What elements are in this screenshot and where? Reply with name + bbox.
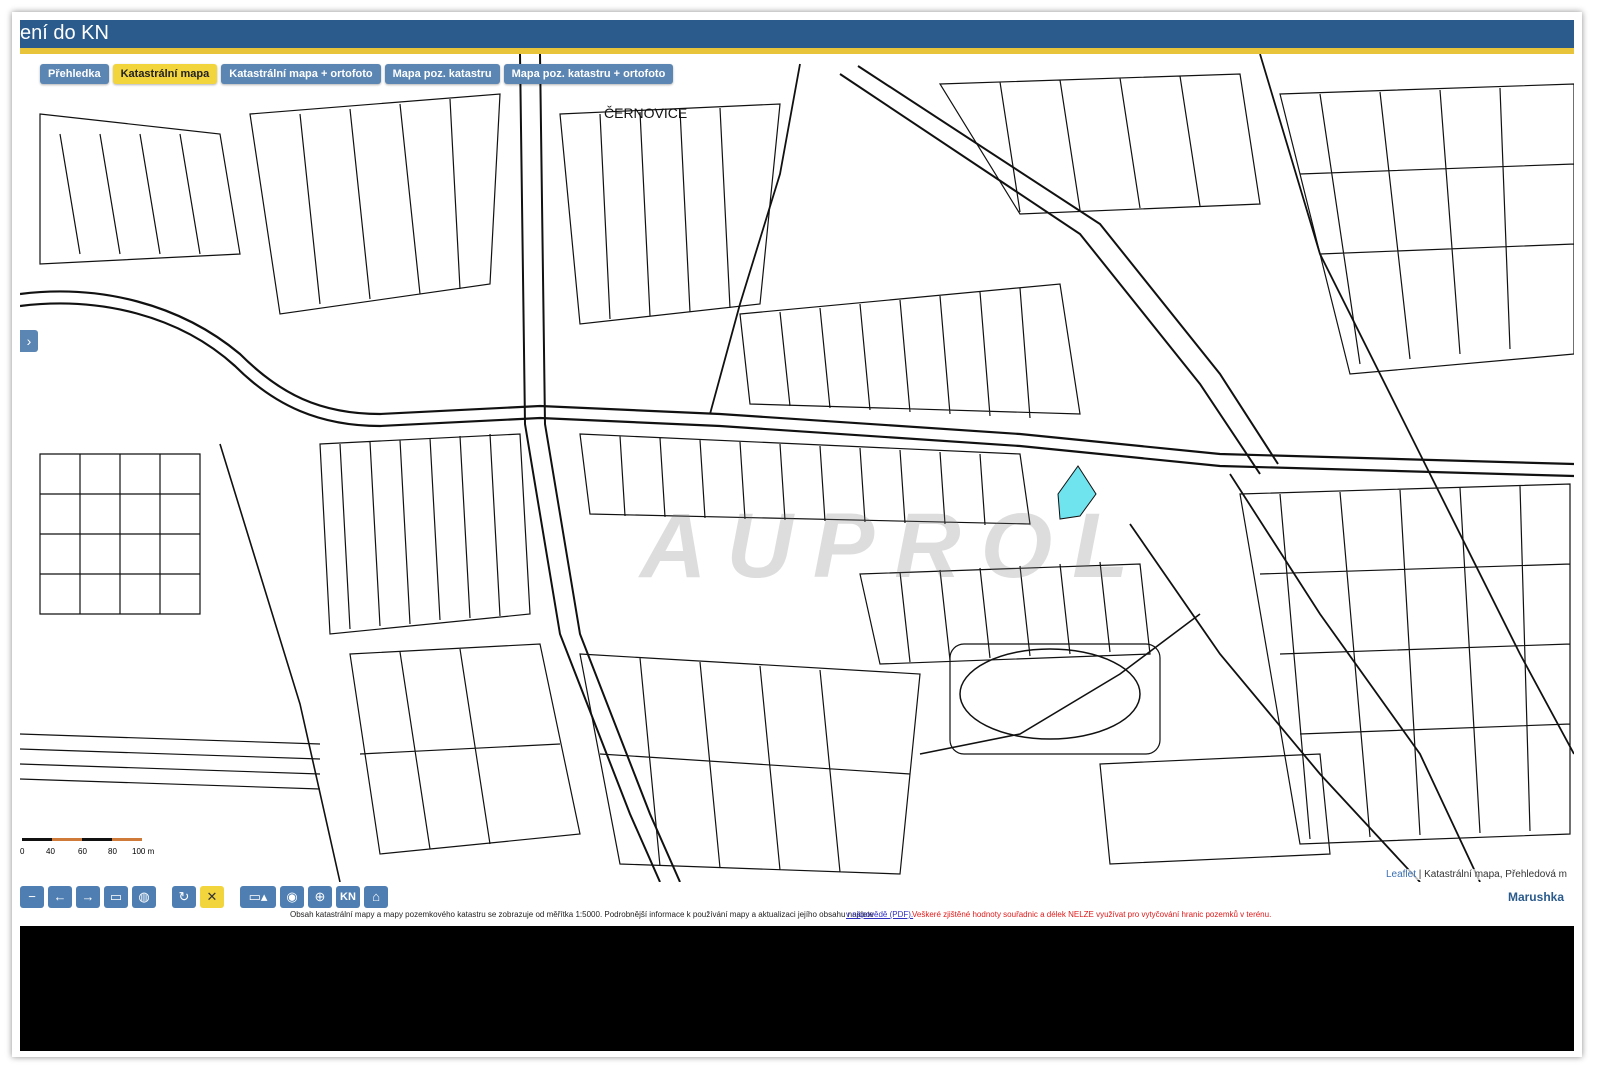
- zoom-out-icon: −: [28, 889, 36, 904]
- label-button[interactable]: ⌂: [364, 886, 388, 908]
- tab-mapa-poz-katastru-ortofoto[interactable]: Mapa poz. katastru + ortofoto: [503, 64, 674, 84]
- refresh-icon: ↻: [178, 889, 190, 904]
- scale-segment: [52, 838, 82, 841]
- blank-panel: [20, 926, 1574, 1051]
- target-button[interactable]: ⊕: [308, 886, 332, 908]
- scale-tick-label: 60: [78, 847, 87, 856]
- scale-bar: 0 40 60 80 100 m: [20, 838, 155, 856]
- zoom-box-icon: ▭: [109, 889, 123, 904]
- label-icon: ⌂: [372, 889, 380, 904]
- map-layer-tabs: Přehledka Katastrální mapa Katastrální m…: [40, 64, 674, 84]
- notice-warning: Veškeré zjištěné hodnoty souřadnic a dél…: [912, 910, 1272, 919]
- scale-segment: [22, 838, 52, 841]
- kn-label: KN: [340, 891, 356, 903]
- map-notice: Obsah katastrální mapy a mapy pozemkovéh…: [20, 910, 1574, 924]
- location-pin-icon: ◉: [286, 889, 298, 904]
- back-button[interactable]: ←: [48, 886, 72, 908]
- refresh-button[interactable]: ↻: [172, 886, 196, 908]
- scale-tick-label: 0: [20, 847, 25, 856]
- scale-tick-label: 40: [46, 847, 55, 856]
- close-button[interactable]: ✕: [200, 886, 224, 908]
- expand-panel-button[interactable]: ›: [20, 330, 38, 352]
- map-viewport[interactable]: ČERNOVICE AUPROL Přehledka Katastrální m…: [20, 54, 1574, 882]
- scale-segment: [112, 838, 142, 841]
- tab-katastralni-mapa[interactable]: Katastrální mapa: [112, 64, 218, 84]
- parcel-lines: [20, 54, 1574, 882]
- globe-icon: ◍: [138, 889, 150, 904]
- scale-segment: [82, 838, 112, 841]
- zoom-out-button[interactable]: −: [20, 886, 44, 908]
- chevron-right-icon: ›: [26, 333, 32, 349]
- map-toolbar: − ← → ▭ ◍ ↻ ✕ ▭▴ ◉ ⊕ KN ⌂ Marushka: [20, 886, 1574, 908]
- leaflet-link[interactable]: Leaflet: [1386, 869, 1416, 880]
- measure-button[interactable]: ▭▴: [240, 886, 276, 908]
- globe-button[interactable]: ◍: [132, 886, 156, 908]
- map-attribution: Leaflet | Katastrální mapa, Přehledová m: [1382, 869, 1570, 880]
- notice-text: Obsah katastrální mapy a mapy pozemkovéh…: [290, 910, 874, 919]
- page-title: ení do KN: [20, 22, 109, 44]
- attribution-text: | Katastrální mapa, Přehledová m: [1418, 869, 1567, 880]
- arrow-left-icon: ←: [53, 889, 67, 904]
- scale-tick-label: 80: [108, 847, 117, 856]
- zoom-box-button[interactable]: ▭: [104, 886, 128, 908]
- target-icon: ⊕: [314, 889, 326, 904]
- close-icon: ✕: [206, 889, 218, 904]
- place-label: ČERNOVICE: [604, 105, 687, 121]
- scale-tick-label: 100 m: [132, 847, 155, 856]
- kn-button[interactable]: KN: [336, 886, 360, 908]
- arrow-right-icon: →: [81, 889, 95, 904]
- title-bar: ení do KN: [20, 20, 1574, 54]
- tab-prehledka[interactable]: Přehledka: [40, 64, 109, 84]
- forward-button[interactable]: →: [76, 886, 100, 908]
- tab-mapa-poz-katastru[interactable]: Mapa poz. katastru: [384, 64, 500, 84]
- tab-katastralni-mapa-ortofoto[interactable]: Katastrální mapa + ortofoto: [221, 64, 381, 84]
- location-button[interactable]: ◉: [280, 886, 304, 908]
- cadastral-map[interactable]: ČERNOVICE: [20, 54, 1574, 882]
- brand-logo: Marushka: [1507, 890, 1564, 904]
- watermark: AUPROL: [640, 495, 1149, 597]
- measure-icon: ▭▴: [248, 889, 268, 904]
- screenshot-frame: ení do KN ČERNOVICE AUPROL Přehledka Kat…: [12, 12, 1582, 1057]
- help-pdf-link[interactable]: v nápovědě (PDF).: [846, 910, 913, 919]
